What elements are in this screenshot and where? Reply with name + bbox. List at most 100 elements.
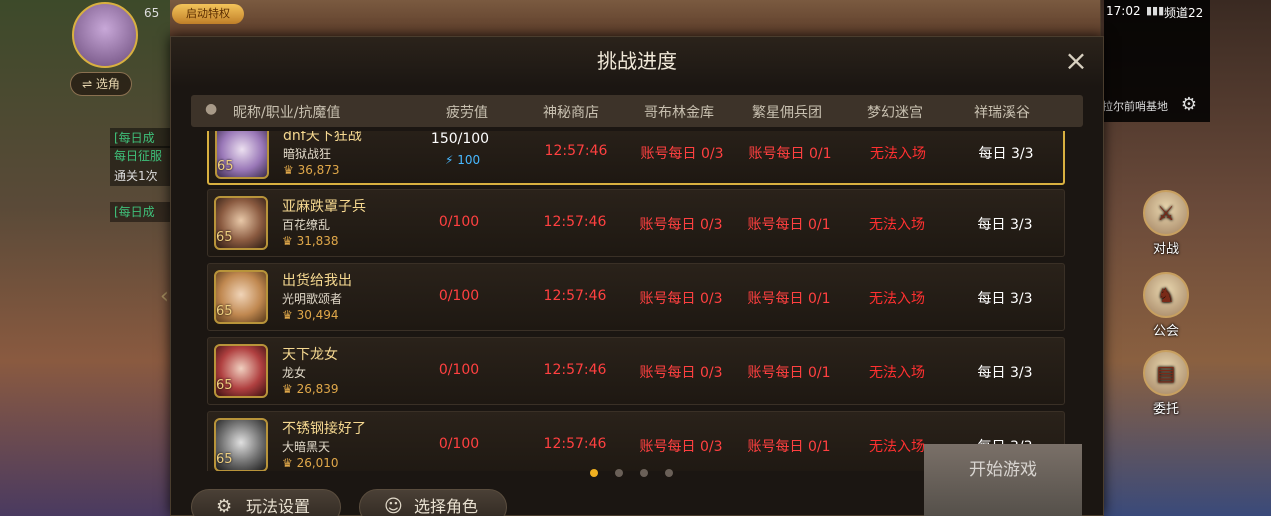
maze-status: 无法入场 xyxy=(869,365,925,381)
character-name: dnf天下狂战 xyxy=(283,131,362,144)
fatigue-value: 0/100 xyxy=(438,214,480,230)
gear-icon: ⚙ xyxy=(216,496,233,516)
character-job: 龙女 xyxy=(282,366,307,380)
header-maze: 梦幻迷宫 xyxy=(867,105,923,121)
gear-icon[interactable]: ⚙ xyxy=(1176,94,1202,116)
goblin-status: 账号每日 0/3 xyxy=(639,217,723,233)
merc-status: 账号每日 0/1 xyxy=(747,291,831,307)
page-indicator xyxy=(590,462,690,481)
battle-button[interactable]: ⚔ 对战 xyxy=(1138,190,1194,257)
start-game-button[interactable]: 开始游戏 xyxy=(924,444,1082,516)
goblin-status: 账号每日 0/3 xyxy=(639,365,723,381)
battle-label: 对战 xyxy=(1152,242,1179,257)
quest-item[interactable]: [每日成 xyxy=(110,202,170,222)
close-icon[interactable]: × xyxy=(1063,47,1089,75)
table-row[interactable]: 65 出货给我出 光明歌颂者 ♛ 30,494 0/100 12:57:46 账… xyxy=(207,263,1065,331)
play-settings-button[interactable]: ⚙ 玩法设置 xyxy=(191,489,341,516)
character-job: 百花缭乱 xyxy=(282,218,331,232)
guild-button[interactable]: ♞ 公会 xyxy=(1138,272,1194,339)
switch-role-button[interactable]: ⇌ 选角 xyxy=(70,72,132,96)
guild-label: 公会 xyxy=(1152,324,1179,339)
prev-page-arrow-icon[interactable]: ‹ xyxy=(160,284,169,309)
header-shop: 神秘商店 xyxy=(543,105,599,121)
play-settings-label: 玩法设置 xyxy=(246,497,311,516)
user-icon: ● xyxy=(205,101,218,117)
quest-item[interactable]: 通关1次 xyxy=(110,166,170,186)
character-icon: ☺ xyxy=(384,496,403,516)
character-name: 亚麻跌罩子兵 xyxy=(282,199,366,215)
character-name: 天下龙女 xyxy=(282,347,338,363)
merc-status: 账号每日 0/1 xyxy=(747,217,831,233)
privilege-button[interactable]: 启动特权 xyxy=(172,4,244,24)
guild-icon: ♞ xyxy=(1143,272,1189,318)
page-dot[interactable] xyxy=(640,469,648,477)
character-level: 65 xyxy=(216,378,233,393)
merc-status: 账号每日 0/1 xyxy=(747,365,831,381)
character-job: 暗狱战狂 xyxy=(283,147,332,161)
page-dot[interactable] xyxy=(615,469,623,477)
resist-value: ♛ 26,010 xyxy=(282,456,339,470)
character-level: 65 xyxy=(216,230,233,245)
maze-status: 无法入场 xyxy=(869,291,925,307)
goblin-status: 账号每日 0/3 xyxy=(640,146,724,162)
header-valley: 祥瑞溪谷 xyxy=(974,105,1030,121)
commission-label: 委托 xyxy=(1152,402,1179,417)
valley-status: 每日 3/3 xyxy=(978,146,1034,162)
resist-value: ♛ 36,873 xyxy=(283,163,340,177)
header-merc: 繁星佣兵团 xyxy=(752,105,822,121)
character-job: 光明歌颂者 xyxy=(282,292,343,306)
resist-value: ♛ 31,838 xyxy=(282,234,339,248)
table-row[interactable]: 65 dnf天下狂战 暗狱战狂 ♛ 36,873 150/100 ⚡ 100 1… xyxy=(207,131,1065,185)
fatigue-value: 0/100 xyxy=(438,436,480,452)
goblin-status: 账号每日 0/3 xyxy=(639,291,723,307)
dialog-title: 挑战进度 xyxy=(171,37,1103,87)
player-avatar[interactable] xyxy=(72,2,138,68)
header-goblin: 哥布林金库 xyxy=(644,105,714,121)
fatigue-value: 150/100 xyxy=(430,131,490,147)
fatigue-bonus-value: 100 xyxy=(457,153,481,167)
fatigue-value: 0/100 xyxy=(438,288,480,304)
commission-button[interactable]: ▤ 委托 xyxy=(1138,350,1194,417)
quest-item[interactable]: 每日征服 xyxy=(110,146,170,166)
player-level: 65 xyxy=(144,6,160,20)
valley-status: 每日 3/3 xyxy=(977,291,1033,307)
fatigue-bonus: ⚡ 100 xyxy=(445,153,481,167)
character-level: 65 xyxy=(216,304,233,319)
shop-timer: 12:57:46 xyxy=(543,362,607,378)
header-name: 昵称/职业/抗魔值 xyxy=(233,105,341,121)
merc-status: 账号每日 0/1 xyxy=(747,439,831,455)
resist-number: 26,839 xyxy=(296,382,339,396)
page-dot[interactable] xyxy=(590,469,598,477)
character-level: 65 xyxy=(216,452,233,467)
character-list[interactable]: 65 dnf天下狂战 暗狱战狂 ♛ 36,873 150/100 ⚡ 100 1… xyxy=(171,131,1105,471)
maze-status: 无法入场 xyxy=(869,217,925,233)
valley-status: 每日 3/3 xyxy=(977,217,1033,233)
signal-icon: ▮▮▮ xyxy=(1146,4,1165,17)
valley-status: 每日 3/3 xyxy=(977,365,1033,381)
clock: 17:02 xyxy=(1106,4,1141,18)
table-header: ● 昵称/职业/抗魔值 疲劳值 神秘商店 哥布林金库 繁星佣兵团 梦幻迷宫 祥瑞… xyxy=(191,95,1083,127)
commission-icon: ▤ xyxy=(1143,350,1189,396)
table-row[interactable]: 65 天下龙女 龙女 ♛ 26,839 0/100 12:57:46 账号每日 … xyxy=(207,337,1065,405)
goblin-status: 账号每日 0/3 xyxy=(639,439,723,455)
page-dot[interactable] xyxy=(665,469,673,477)
select-role-button[interactable]: ☺ 选择角色 xyxy=(359,489,507,516)
character-level: 65 xyxy=(217,159,234,174)
resist-number: 31,838 xyxy=(296,234,339,248)
character-name: 出货给我出 xyxy=(282,273,352,289)
quest-item[interactable]: [每日成 xyxy=(110,128,170,148)
shop-timer: 12:57:46 xyxy=(544,143,608,159)
resist-number: 30,494 xyxy=(296,308,339,322)
shop-timer: 12:57:46 xyxy=(543,214,607,230)
crossed-swords-icon: ⚔ xyxy=(1143,190,1189,236)
shop-timer: 12:57:46 xyxy=(543,436,607,452)
resist-number: 26,010 xyxy=(296,456,339,470)
table-row[interactable]: 65 亚麻跌罩子兵 百花缭乱 ♛ 31,838 0/100 12:57:46 账… xyxy=(207,189,1065,257)
header-fatigue: 疲劳值 xyxy=(446,105,488,121)
channel-label: 频道22 xyxy=(1164,6,1204,20)
resist-value: ♛ 26,839 xyxy=(282,382,339,396)
maze-status: 无法入场 xyxy=(870,146,926,162)
character-name: 不锈钢接好了 xyxy=(282,421,366,437)
background-top xyxy=(170,0,1100,40)
fatigue-value: 0/100 xyxy=(438,362,480,378)
